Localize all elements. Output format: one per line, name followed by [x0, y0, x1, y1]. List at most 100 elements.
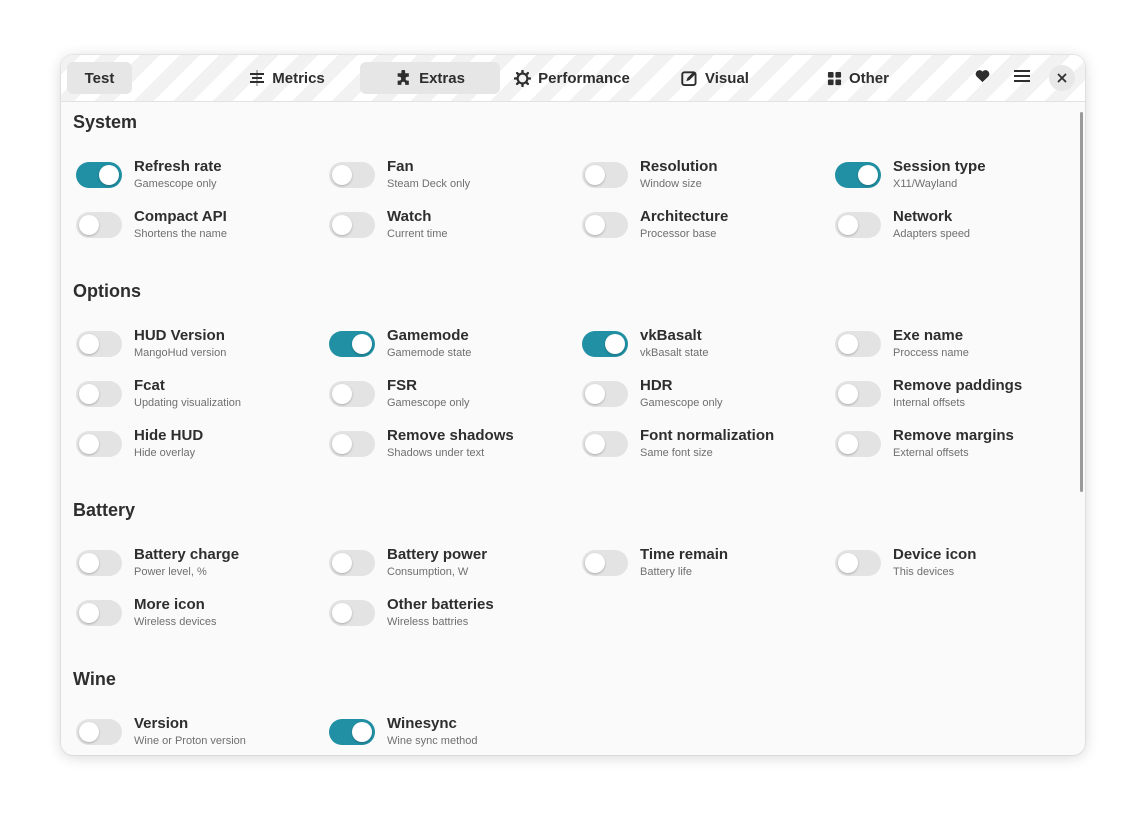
setting-title: Battery power	[387, 546, 488, 563]
setting-title: HDR	[640, 377, 673, 394]
visual-icon	[681, 70, 698, 87]
setting-title: vkBasalt	[640, 327, 702, 344]
toggle-knob	[838, 215, 858, 235]
fcat-toggle[interactable]	[76, 381, 122, 407]
tab-metrics[interactable]: Metrics	[234, 62, 340, 94]
setting-subtitle: Shadows under text	[387, 447, 485, 459]
setting-title: Remove shadows	[387, 427, 514, 444]
version-toggle[interactable]	[76, 719, 122, 745]
setting-subtitle: Wireless battries	[387, 616, 469, 628]
vkbasalt-toggle[interactable]	[582, 331, 628, 357]
setting-title: Other batteries	[387, 596, 494, 613]
setting-time-remain: Time remain Battery life	[579, 546, 832, 582]
setting-winesync: Winesync Wine sync method	[326, 715, 579, 751]
setting-subtitle: Internal offsets	[893, 397, 965, 409]
setting-battery-power: Battery power Consumption, W	[326, 546, 579, 582]
hdr-toggle[interactable]	[582, 381, 628, 407]
exe-name-toggle[interactable]	[835, 331, 881, 357]
setting-title: Fcat	[134, 377, 165, 394]
setting-title: Battery charge	[134, 546, 240, 563]
donate-button[interactable]	[966, 62, 998, 94]
hide-hud-toggle[interactable]	[76, 431, 122, 457]
battery-power-toggle[interactable]	[329, 550, 375, 576]
metrics-icon	[249, 70, 265, 86]
close-icon	[1057, 70, 1067, 87]
toggle-knob	[79, 215, 99, 235]
hamburger-menu-icon	[1014, 69, 1030, 87]
settings-content[interactable]: System Refresh rate Gamescope only Fan Steam…	[61, 102, 1085, 755]
hud-version-toggle[interactable]	[76, 331, 122, 357]
grid-icon	[827, 71, 842, 86]
setting-more-icon: More icon Wireless devices	[73, 596, 326, 632]
network-toggle[interactable]	[835, 212, 881, 238]
device-icon-toggle[interactable]	[835, 550, 881, 576]
setting-network: Network Adapters speed	[832, 208, 1085, 244]
tab-extras[interactable]: Extras	[360, 62, 500, 94]
remove-shadows-toggle[interactable]	[329, 431, 375, 457]
tab-extras-label: Extras	[419, 69, 465, 87]
setting-subtitle: Current time	[387, 228, 448, 240]
section-title: Battery	[73, 500, 136, 520]
setting-title: Version	[134, 715, 189, 732]
setting-title: Resolution	[640, 158, 718, 175]
remove-paddings-toggle[interactable]	[835, 381, 881, 407]
winesync-toggle[interactable]	[329, 719, 375, 745]
setting-battery-charge: Battery charge Power level, %	[73, 546, 326, 582]
toggle-knob	[838, 334, 858, 354]
toggle-knob	[838, 553, 858, 573]
section-title: System	[73, 112, 138, 132]
setting-subtitle: Same font size	[640, 447, 713, 459]
fan-toggle[interactable]	[329, 162, 375, 188]
setting-subtitle: Battery life	[640, 566, 692, 578]
setting-remove-margins: Remove margins External offsets	[832, 427, 1085, 463]
architecture-toggle[interactable]	[582, 212, 628, 238]
setting-resolution: Resolution Window size	[579, 158, 832, 194]
font-normalization-toggle[interactable]	[582, 431, 628, 457]
test-button[interactable]: Test	[67, 62, 132, 94]
setting-title: Refresh rate	[134, 158, 222, 175]
more-icon-toggle[interactable]	[76, 600, 122, 626]
fsr-toggle[interactable]	[329, 381, 375, 407]
setting-vkbasalt: vkBasalt vkBasalt state	[579, 327, 832, 363]
toggle-knob	[585, 165, 605, 185]
refresh-rate-toggle[interactable]	[76, 162, 122, 188]
resolution-toggle[interactable]	[582, 162, 628, 188]
remove-margins-toggle[interactable]	[835, 431, 881, 457]
toggle-knob	[332, 215, 352, 235]
setting-gamemode: Gamemode Gamemode state	[326, 327, 579, 363]
tab-other[interactable]: Other	[818, 62, 898, 94]
setting-title: Font normalization	[640, 427, 775, 444]
setting-fan: Fan Steam Deck only	[326, 158, 579, 194]
setting-title: Hide HUD	[134, 427, 204, 444]
tab-performance[interactable]: Performance	[508, 62, 636, 94]
other-batteries-toggle[interactable]	[329, 600, 375, 626]
setting-title: Session type	[893, 158, 986, 175]
close-button[interactable]	[1049, 65, 1075, 91]
setting-compact-api: Compact API Shortens the name	[73, 208, 326, 244]
setting-subtitle: Shortens the name	[134, 228, 227, 240]
setting-title: Exe name	[893, 327, 964, 344]
toggle-knob	[585, 434, 605, 454]
session-type-toggle[interactable]	[835, 162, 881, 188]
header-bar: Test Metrics Extras Performance Visual O…	[61, 55, 1085, 102]
tab-metrics-label: Metrics	[272, 69, 325, 87]
tab-visual[interactable]: Visual	[673, 62, 757, 94]
toggle-knob	[332, 165, 352, 185]
toggle-knob	[332, 384, 352, 404]
battery-charge-toggle[interactable]	[76, 550, 122, 576]
watch-toggle[interactable]	[329, 212, 375, 238]
setting-subtitle: Processor base	[640, 228, 717, 240]
app-window: Test Metrics Extras Performance Visual O…	[61, 55, 1085, 755]
compact-api-toggle[interactable]	[76, 212, 122, 238]
setting-subtitle: Updating visualization	[134, 397, 242, 409]
main-menu-button[interactable]	[1006, 62, 1038, 94]
time-remain-toggle[interactable]	[582, 550, 628, 576]
setting-subtitle: Wireless devices	[134, 616, 217, 628]
setting-title: Remove paddings	[893, 377, 1023, 394]
gamemode-toggle[interactable]	[329, 331, 375, 357]
toggle-knob	[99, 165, 119, 185]
setting-font-normalization: Font normalization Same font size	[579, 427, 832, 463]
setting-title: Network	[893, 208, 953, 225]
setting-subtitle: X11/Wayland	[893, 178, 958, 190]
toggle-knob	[79, 722, 99, 742]
